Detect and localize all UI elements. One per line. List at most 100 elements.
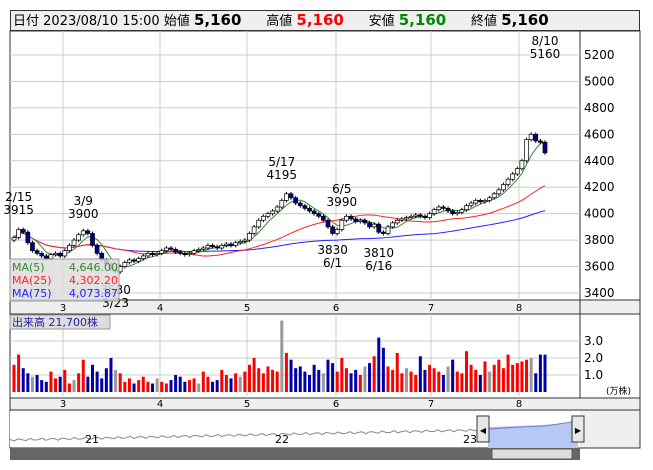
volume-bar (109, 358, 113, 392)
volume-bar (164, 383, 168, 392)
volume-bar (455, 371, 459, 392)
candle-body (399, 218, 405, 221)
candle-body (20, 229, 26, 233)
annotation-date: 3830 (317, 243, 348, 257)
volume-bar (30, 376, 34, 392)
candle-body (417, 214, 423, 217)
volume-bar (515, 363, 519, 392)
volume-bar (104, 368, 108, 392)
candle-body (62, 250, 68, 257)
candle-body (233, 242, 238, 246)
volume-bar (201, 371, 205, 392)
candle-body (297, 202, 303, 207)
volume-bar (312, 364, 316, 392)
volume-bar (54, 378, 58, 392)
volume-bar (67, 383, 71, 392)
volume-bar (331, 363, 335, 392)
y-tick: 4600 (584, 127, 615, 141)
candle-body (381, 231, 386, 234)
volume-bar (358, 375, 362, 392)
volume-bar (266, 366, 270, 392)
volume-bar (469, 364, 473, 392)
volume-bar (428, 364, 432, 392)
volume-bar (192, 378, 196, 392)
candle-body (496, 189, 502, 195)
vol-tick: 2.0 (584, 351, 603, 365)
volume-bar (446, 366, 450, 392)
candle-body (127, 259, 132, 263)
candle-body (330, 226, 335, 234)
volume-bar (423, 369, 427, 392)
volume-bar (49, 371, 53, 392)
y-tick: 5200 (584, 48, 615, 62)
candle-body (122, 262, 128, 267)
volume-bar (298, 366, 302, 392)
annotation-value: 6/16 (365, 259, 392, 273)
volume-bar (492, 364, 496, 392)
volume-bar (368, 363, 372, 392)
candle-body (468, 202, 474, 207)
volume-bar (395, 352, 399, 392)
candle-body (164, 247, 169, 252)
stock-chart[interactable]: 3 3 4 4 5 5 6 6 7 7 8 8 3400 3600 3800 4000 4200 4400 4600… (0, 0, 653, 470)
volume-bar (224, 375, 228, 392)
month-tick: 6 (333, 303, 339, 314)
candle-body (371, 223, 377, 228)
volume-bar (432, 368, 436, 392)
volume-bar (543, 354, 547, 392)
volume-bar (497, 359, 501, 392)
volume-bar (229, 378, 233, 392)
candle-body (136, 258, 142, 262)
candle-body (478, 200, 483, 203)
candle-body (344, 215, 349, 221)
candle-body (242, 239, 248, 242)
volume-bar (123, 381, 127, 392)
volume-bar (137, 380, 141, 392)
ma5-legend-label: MA(5) (12, 261, 45, 274)
candle-body (145, 252, 151, 257)
ma75-legend-label: MA(75) (12, 287, 52, 300)
navigator-label: 21 (85, 433, 99, 446)
candle-body (270, 210, 275, 214)
candle-body (339, 219, 345, 230)
volume-bar (243, 371, 247, 392)
volume-bar (63, 369, 67, 392)
navigator-label: 23 (463, 433, 477, 446)
candle-body (505, 178, 511, 185)
candle-body (464, 205, 469, 211)
candle-body (80, 230, 86, 236)
candle-body (385, 226, 391, 234)
ma75-legend-value: 4,073.87 (69, 287, 118, 300)
candle-body (293, 197, 299, 204)
candle-body (459, 209, 465, 213)
volume-bar (391, 369, 395, 392)
candle-body (501, 184, 506, 191)
navigator-scroll-thumb[interactable] (491, 448, 573, 460)
candle-body (445, 208, 451, 212)
month-tick: 8 (516, 399, 522, 410)
volume-label: 出来高 21,700株 (12, 315, 98, 329)
candle-body (514, 168, 520, 175)
candle-body (177, 251, 183, 254)
y-tick: 4000 (584, 207, 615, 221)
candle-body (334, 229, 340, 234)
annotation-value: 6/1 (323, 256, 342, 270)
candle-body (367, 222, 372, 228)
candle-body (427, 213, 432, 218)
candle-body (214, 246, 220, 249)
volume-bar (386, 366, 390, 392)
volume-bar (372, 356, 376, 392)
volume-bar (354, 369, 358, 392)
candle-body (348, 215, 354, 220)
y-tick: 3800 (584, 233, 615, 247)
volume-bar (441, 375, 445, 392)
volume-bar (335, 371, 339, 392)
volume-bar (363, 366, 367, 392)
candle-body (25, 231, 31, 244)
candle-body (307, 208, 312, 212)
candle-body (187, 252, 192, 255)
month-tick: 5 (244, 399, 250, 410)
candle-body (210, 245, 215, 248)
volume-bar (381, 347, 385, 392)
candle-body (71, 239, 77, 246)
